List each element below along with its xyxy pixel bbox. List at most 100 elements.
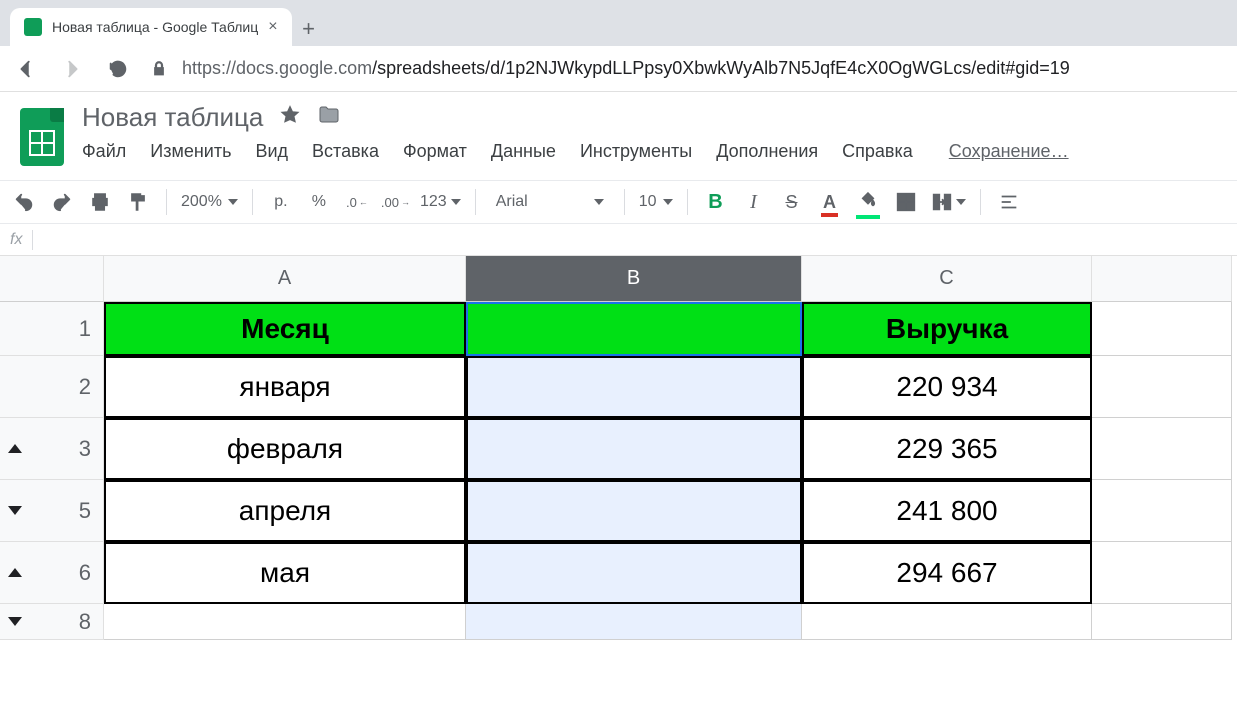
- tab-title: Новая таблица - Google Таблиц: [52, 19, 258, 35]
- cell-c1[interactable]: Выручка: [802, 302, 1092, 356]
- browser-tab[interactable]: Новая таблица - Google Таблиц ×: [10, 8, 292, 46]
- undo-button[interactable]: [10, 188, 38, 216]
- menu-data[interactable]: Данные: [491, 141, 556, 162]
- fill-color-button[interactable]: [854, 188, 882, 216]
- url-field[interactable]: https://docs.google.com/spreadsheets/d/1…: [150, 58, 1225, 79]
- horizontal-align-button[interactable]: [995, 188, 1023, 216]
- cell-a8[interactable]: [104, 604, 466, 640]
- select-all-corner[interactable]: [0, 256, 104, 302]
- italic-button[interactable]: I: [740, 188, 768, 216]
- redo-button[interactable]: [48, 188, 76, 216]
- cell-b2[interactable]: [466, 356, 802, 418]
- close-tab-icon[interactable]: ×: [268, 18, 277, 36]
- lock-icon: [150, 60, 168, 78]
- cell-a2[interactable]: января: [104, 356, 466, 418]
- row-header[interactable]: 1: [0, 302, 104, 356]
- reload-button[interactable]: [104, 55, 132, 83]
- cell-c6[interactable]: 294 667: [802, 542, 1092, 604]
- column-header-empty[interactable]: [1092, 256, 1232, 302]
- borders-button[interactable]: [892, 188, 920, 216]
- star-icon[interactable]: [279, 104, 301, 131]
- menu-edit[interactable]: Изменить: [150, 141, 231, 162]
- formula-bar[interactable]: fx: [0, 224, 1237, 256]
- cell-d1[interactable]: [1092, 302, 1232, 356]
- sheets-favicon-icon: [24, 18, 42, 36]
- cell-a3[interactable]: февраля: [104, 418, 466, 480]
- cell-b1[interactable]: [466, 302, 802, 356]
- bold-button[interactable]: B: [702, 188, 730, 216]
- menu-insert[interactable]: Вставка: [312, 141, 379, 162]
- group-expand-up-icon[interactable]: [8, 568, 22, 577]
- column-header-a[interactable]: A: [104, 256, 466, 302]
- format-percent-button[interactable]: %: [305, 188, 333, 216]
- cell-c8[interactable]: [802, 604, 1092, 640]
- zoom-dropdown[interactable]: 200%: [181, 188, 238, 216]
- cell-b3[interactable]: [466, 418, 802, 480]
- cell-d5[interactable]: [1092, 480, 1232, 542]
- sheets-logo-icon[interactable]: [16, 102, 68, 172]
- folder-icon[interactable]: [317, 103, 341, 132]
- cell-a5[interactable]: апреля: [104, 480, 466, 542]
- chevron-down-icon: [956, 199, 966, 205]
- paint-format-button[interactable]: [124, 188, 152, 216]
- column-header-b[interactable]: B: [466, 256, 802, 302]
- forward-button[interactable]: [58, 55, 86, 83]
- browser-tab-strip: Новая таблица - Google Таблиц × +: [0, 0, 1237, 46]
- menu-bar: Файл Изменить Вид Вставка Формат Данные …: [82, 141, 1069, 162]
- cell-c5[interactable]: 241 800: [802, 480, 1092, 542]
- merge-cells-button[interactable]: [930, 188, 966, 216]
- saving-status: Сохранение…: [949, 141, 1069, 162]
- column-header-c[interactable]: C: [802, 256, 1092, 302]
- cell-d3[interactable]: [1092, 418, 1232, 480]
- cell-b6[interactable]: [466, 542, 802, 604]
- cell-c3[interactable]: 229 365: [802, 418, 1092, 480]
- strikethrough-button[interactable]: S: [778, 188, 806, 216]
- url-path: /spreadsheets/d/1p2NJWkypdLLPpsy0XbwkWyA…: [372, 58, 1070, 78]
- group-collapse-down-icon[interactable]: [8, 617, 22, 626]
- font-family-dropdown[interactable]: Arial: [490, 188, 610, 216]
- menu-tools[interactable]: Инструменты: [580, 141, 692, 162]
- more-formats-dropdown[interactable]: 123: [420, 188, 461, 216]
- increase-decimal-button[interactable]: .00→: [381, 188, 410, 216]
- cell-d8[interactable]: [1092, 604, 1232, 640]
- print-button[interactable]: [86, 188, 114, 216]
- font-name: Arial: [496, 193, 528, 211]
- row-header[interactable]: 2: [0, 356, 104, 418]
- url-host: https://docs.google.com: [182, 58, 372, 78]
- format-currency-button[interactable]: р.: [267, 188, 295, 216]
- cell-a6[interactable]: мая: [104, 542, 466, 604]
- chevron-down-icon: [663, 199, 673, 205]
- spreadsheet-grid: 1 2 3 5 6 8 A B C Месяц Выручка января: [0, 256, 1237, 640]
- new-tab-button[interactable]: +: [292, 12, 326, 46]
- row-header[interactable]: 3: [0, 418, 104, 480]
- row-header[interactable]: 6: [0, 542, 104, 604]
- text-color-button[interactable]: A: [816, 188, 844, 216]
- cell-b5[interactable]: [466, 480, 802, 542]
- cell-a1[interactable]: Месяц: [104, 302, 466, 356]
- row-header[interactable]: 5: [0, 480, 104, 542]
- back-button[interactable]: [12, 55, 40, 83]
- browser-address-bar: https://docs.google.com/spreadsheets/d/1…: [0, 46, 1237, 92]
- chevron-down-icon: [451, 199, 461, 205]
- menu-addons[interactable]: Дополнения: [716, 141, 818, 162]
- font-size-value: 10: [639, 193, 657, 211]
- menu-format[interactable]: Формат: [403, 141, 467, 162]
- decrease-decimal-button[interactable]: .0←: [343, 188, 371, 216]
- row-header[interactable]: 8: [0, 604, 104, 640]
- cell-d2[interactable]: [1092, 356, 1232, 418]
- toolbar: 200% р. % .0← .00→ 123 Arial 10 B I S A: [0, 180, 1237, 224]
- chevron-down-icon: [228, 199, 238, 205]
- menu-view[interactable]: Вид: [255, 141, 288, 162]
- zoom-value: 200%: [181, 193, 222, 211]
- cell-c2[interactable]: 220 934: [802, 356, 1092, 418]
- group-collapse-down-icon[interactable]: [8, 506, 22, 515]
- menu-file[interactable]: Файл: [82, 141, 126, 162]
- cell-b8[interactable]: [466, 604, 802, 640]
- group-expand-up-icon[interactable]: [8, 444, 22, 453]
- font-size-dropdown[interactable]: 10: [639, 188, 673, 216]
- fx-label: fx: [10, 231, 22, 249]
- chevron-down-icon: [594, 199, 604, 205]
- document-title[interactable]: Новая таблица: [82, 102, 263, 133]
- cell-d6[interactable]: [1092, 542, 1232, 604]
- menu-help[interactable]: Справка: [842, 141, 913, 162]
